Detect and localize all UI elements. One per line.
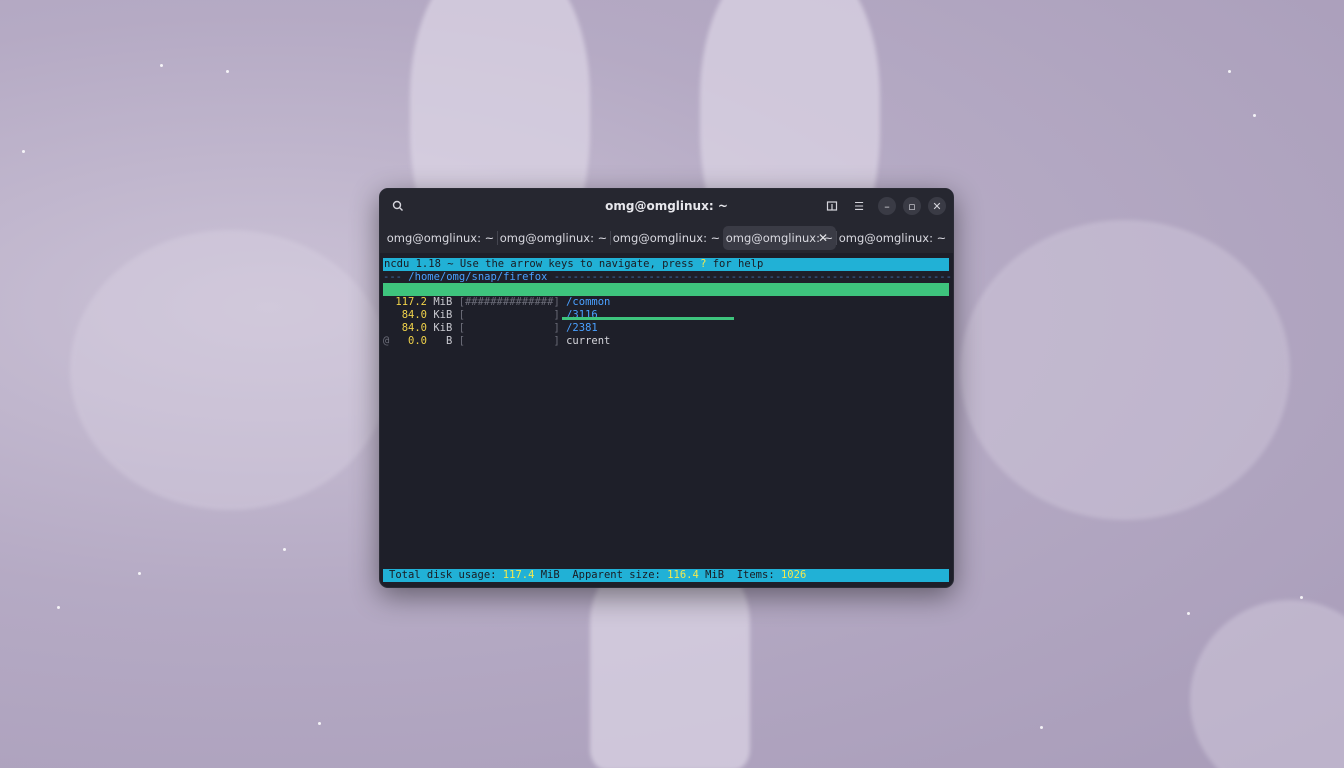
path-suffix: ----------------------------------------… <box>547 271 954 283</box>
row-unit: KiB <box>433 322 453 334</box>
total-label: Total disk usage: <box>389 569 503 581</box>
current-path: /home/omg/snap/firefox <box>408 271 548 283</box>
tab-1[interactable]: omg@omglinux: ~ <box>384 226 497 250</box>
tab-3[interactable]: omg@omglinux: ~ <box>610 226 723 250</box>
row-unit: KiB <box>433 309 453 321</box>
dir-row[interactable]: 84.0 KiB [ ] /3116 <box>383 309 949 322</box>
usage-bar: [ ] <box>458 335 560 347</box>
tab-bar: omg@omglinux: ~ omg@omglinux: ~ omg@omgl… <box>380 223 953 253</box>
close-icon[interactable]: ✕ <box>928 197 946 215</box>
terminal-window: omg@omglinux: ~ ☰ – ▫ ✕ omg@omglinux: ~ … <box>379 188 954 588</box>
header-text: ncdu 1.18 ~ Use the arrow keys to naviga… <box>384 258 701 270</box>
items-value: 1026 <box>780 569 807 581</box>
path-prefix: --- <box>383 271 409 283</box>
tab-label: omg@omglinux: ~ <box>838 231 947 245</box>
minimize-icon[interactable]: – <box>878 197 896 215</box>
tab-2[interactable]: omg@omglinux: ~ <box>497 226 610 250</box>
hamburger-menu-icon[interactable]: ☰ <box>850 197 868 215</box>
row-name: /2381 <box>566 322 598 334</box>
row-unit: MiB <box>433 296 453 308</box>
row-unit: B <box>433 335 453 347</box>
selection-bar[interactable] <box>383 283 949 296</box>
dir-row[interactable]: 117.2 MiB [##############] /common <box>383 296 949 309</box>
tab-label: omg@omglinux: ~ <box>386 231 495 245</box>
tab-4-active[interactable]: omg@omglinux: ~ ✕ <box>723 226 836 250</box>
apparent-value: 116.4 <box>667 569 699 581</box>
row-size: 84.0 <box>401 309 427 321</box>
ncdu-footer: Total disk usage: 117.4 MiB Apparent siz… <box>383 569 949 582</box>
usage-bar: [ ] <box>458 309 560 321</box>
window-title: omg@omglinux: ~ <box>605 199 728 213</box>
tab-label: omg@omglinux: ~ <box>612 231 721 245</box>
file-row[interactable]: @0.0 B [ ] current <box>383 335 949 348</box>
row-name: /common <box>566 296 611 308</box>
apparent-unit: MiB <box>698 569 737 581</box>
search-icon[interactable] <box>389 197 407 215</box>
total-value: 117.4 <box>502 569 535 581</box>
symlink-marker: @ <box>383 335 390 347</box>
cursor-underline <box>562 317 734 320</box>
row-size: 84.0 <box>401 322 427 334</box>
dir-row[interactable]: 84.0 KiB [ ] /2381 <box>383 322 949 335</box>
row-size: 117.2 <box>395 296 427 308</box>
terminal-area[interactable]: ncdu 1.18 ~ Use the arrow keys to naviga… <box>383 257 953 583</box>
total-unit: MiB <box>534 569 573 581</box>
usage-bar: [ ] <box>458 322 560 334</box>
tab-label: omg@omglinux: ~ <box>499 231 608 245</box>
maximize-icon[interactable]: ▫ <box>903 197 921 215</box>
header-text-end: for help <box>706 258 764 270</box>
items-label: Items: <box>736 569 781 581</box>
usage-bar: [##############] <box>458 296 560 308</box>
new-tab-icon[interactable] <box>823 197 841 215</box>
tab-5[interactable]: omg@omglinux: ~ <box>836 226 949 250</box>
ncdu-header: ncdu 1.18 ~ Use the arrow keys to naviga… <box>383 258 949 271</box>
row-size: 0.0 <box>408 335 427 347</box>
apparent-label: Apparent size: <box>572 569 668 581</box>
window-titlebar[interactable]: omg@omglinux: ~ ☰ – ▫ ✕ <box>380 189 953 223</box>
tab-close-icon[interactable]: ✕ <box>818 231 828 245</box>
row-name: current <box>566 335 611 347</box>
